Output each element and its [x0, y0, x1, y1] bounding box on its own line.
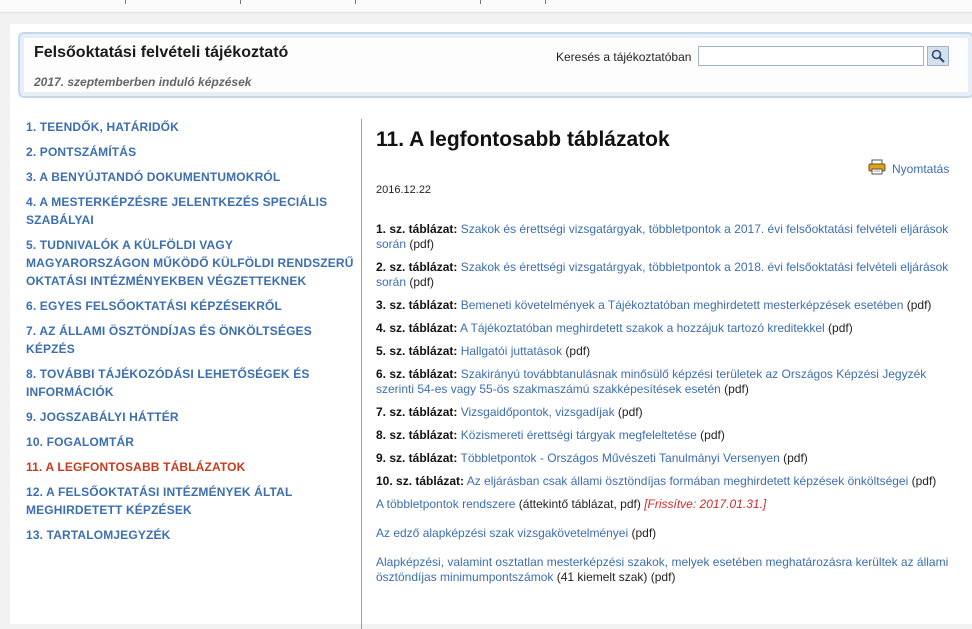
table-format: (pdf) [696, 428, 725, 442]
printer-icon [868, 159, 886, 175]
table-row: 3. sz. táblázat: Bemeneti követelmények … [376, 298, 958, 313]
table-format: (pdf) [908, 474, 937, 488]
table-format: (pdf) [720, 382, 749, 396]
site-header: Felsőoktatási felvételi tájékoztató 2017… [18, 32, 972, 98]
table-format: (pdf) [562, 344, 591, 358]
print-link[interactable]: Nyomtatás [868, 159, 950, 176]
table-link[interactable]: Szakok és érettségi vizsgatárgyak, többl… [376, 260, 948, 289]
site-subtitle: 2017. szeptemberben induló képzések [34, 75, 252, 89]
table-format: (pdf) [614, 405, 643, 419]
table-row: 8. sz. táblázat: Közismereti érettségi t… [376, 428, 958, 443]
extra-item: Az edző alapképzési szak vizsgakövetelmé… [376, 526, 958, 541]
table-label: 5. sz. táblázat: [376, 344, 458, 358]
table-row: 7. sz. táblázat: Vizsgaidőpontok, vizsga… [376, 405, 958, 420]
search-input[interactable] [698, 46, 924, 66]
extra-format: (41 kiemelt szak) (pdf) [553, 570, 676, 584]
table-link[interactable]: Vizsgaidőpontok, vizsgadíjak [461, 405, 615, 419]
sidebar-item-3[interactable]: 3. A BENYÚJTANDÓ DOKUMENTUMOKRÓL [26, 168, 356, 186]
table-label: 10. sz. táblázat: [376, 474, 465, 488]
table-link[interactable]: Az eljárásban csak állami ösztöndíjas fo… [467, 474, 909, 488]
sidebar-item-6[interactable]: 6. EGYES FELSŐOKTATÁSI KÉPZÉSEKRŐL [26, 297, 356, 315]
table-label: 4. sz. táblázat: [376, 321, 458, 335]
sidebar-item-7[interactable]: 7. AZ ÁLLAMI ÖSZTÖNDÍJAS ÉS ÖNKÖLTSÉGES … [26, 322, 356, 358]
sidebar-item-12[interactable]: 12. A FELSŐOKTATÁSI INTÉZMÉNYEK ÁLTAL ME… [26, 483, 356, 519]
extra-format: (áttekintő táblázat, pdf) [515, 497, 645, 511]
table-format: (pdf) [824, 321, 853, 335]
sidebar-item-10[interactable]: 10. FOGALOMTÁR [26, 433, 356, 451]
page-title: 11. A legfontosabb táblázatok [376, 128, 670, 151]
table-label: 2. sz. táblázat: [376, 260, 458, 274]
sidebar-item-5[interactable]: 5. TUDNIVALÓK A KÜLFÖLDI VAGY MAGYARORSZ… [26, 236, 356, 290]
site-title[interactable]: Felsőoktatási felvételi tájékoztató [34, 44, 288, 62]
table-link[interactable]: Bemeneti követelmények a Tájékoztatóban … [461, 298, 904, 312]
table-label: 8. sz. táblázat: [376, 428, 458, 442]
table-link[interactable]: Hallgatói juttatások [461, 344, 562, 358]
sidebar-item-11[interactable]: 11. A LEGFONTOSABB TÁBLÁZATOK [26, 458, 356, 476]
table-label: 1. sz. táblázat: [376, 222, 458, 236]
update-note: [Frissítve: 2017.01.31.] [644, 497, 767, 511]
search-button[interactable] [927, 46, 949, 66]
main-content: 11. A legfontosabb táblázatok Nyomtatás … [376, 118, 958, 599]
table-link[interactable]: Közismereti érettségi tárgyak megfelelte… [461, 428, 697, 442]
search-label: Keresés a tájékoztatóban [556, 50, 692, 64]
sidebar-item-8[interactable]: 8. TOVÁBBI TÁJÉKOZÓDÁSI LEHETŐSÉGEK ÉS I… [26, 365, 356, 401]
sidebar-item-1[interactable]: 1. TEENDŐK, HATÁRIDŐK [26, 118, 356, 136]
table-label: 3. sz. táblázat: [376, 298, 458, 312]
extra-format: (pdf) [628, 526, 657, 540]
table-row: 10. sz. táblázat: Az eljárásban csak áll… [376, 474, 958, 489]
column-divider [361, 119, 362, 629]
table-row: 2. sz. táblázat: Szakok és érettségi viz… [376, 260, 958, 290]
print-label: Nyomtatás [892, 162, 950, 176]
publish-date: 2016.12.22 [376, 184, 432, 196]
sidebar-item-2[interactable]: 2. PONTSZÁMÍTÁS [26, 143, 356, 161]
extra-item: Alapképzési, valamint osztatlan mesterké… [376, 555, 958, 585]
table-row: 6. sz. táblázat: Szakirányú továbbtanulá… [376, 367, 958, 397]
table-format: (pdf) [406, 237, 435, 251]
tables-list: 1. sz. táblázat: Szakok és érettségi viz… [376, 222, 958, 489]
table-row: 4. sz. táblázat: A Tájékoztatóban meghir… [376, 321, 958, 336]
extra-link[interactable]: Az edző alapképzési szak vizsgakövetelmé… [376, 526, 628, 540]
table-label: 6. sz. táblázat: [376, 367, 458, 381]
table-link[interactable]: Többletpontok - Országos Művészeti Tanul… [460, 451, 779, 465]
sidebar-item-13[interactable]: 13. TARTALOMJEGYZÉK [26, 526, 356, 544]
extra-link[interactable]: A többletpontok rendszere [376, 497, 515, 511]
extra-item: A többletpontok rendszere (áttekintő táb… [376, 497, 958, 512]
table-format: (pdf) [903, 298, 932, 312]
table-row: 9. sz. táblázat: Többletpontok - Országo… [376, 451, 958, 466]
table-label: 7. sz. táblázat: [376, 405, 458, 419]
page: Felsőoktatási felvételi tájékoztató 2017… [10, 24, 972, 629]
table-link[interactable]: Szakok és érettségi vizsgatárgyak, többl… [376, 222, 948, 251]
search-icon [931, 49, 945, 63]
table-format: (pdf) [779, 451, 808, 465]
sidebar-item-9[interactable]: 9. JOGSZABÁLYI HÁTTÉR [26, 408, 356, 426]
table-row: 5. sz. táblázat: Hallgatói juttatások (p… [376, 344, 958, 359]
sidebar-nav: 1. TEENDŐK, HATÁRIDŐK 2. PONTSZÁMÍTÁS 3. A… [26, 118, 356, 551]
sidebar-item-4[interactable]: 4. A MESTERKÉPZÉSRE JELENTKEZÉS SPECIÁLI… [26, 193, 356, 229]
print-row: Nyomtatás [868, 159, 950, 176]
extras-list: A többletpontok rendszere (áttekintő táb… [376, 497, 958, 585]
table-label: 9. sz. táblázat: [376, 451, 458, 465]
table-link[interactable]: Szakirányú továbbtanulásnak minősülő kép… [376, 367, 926, 396]
browser-top-strip [0, 0, 972, 13]
table-link[interactable]: A Tájékoztatóban meghirdetett szakok a h… [460, 321, 825, 335]
table-row: 1. sz. táblázat: Szakok és érettségi viz… [376, 222, 958, 252]
table-format: (pdf) [406, 275, 435, 289]
